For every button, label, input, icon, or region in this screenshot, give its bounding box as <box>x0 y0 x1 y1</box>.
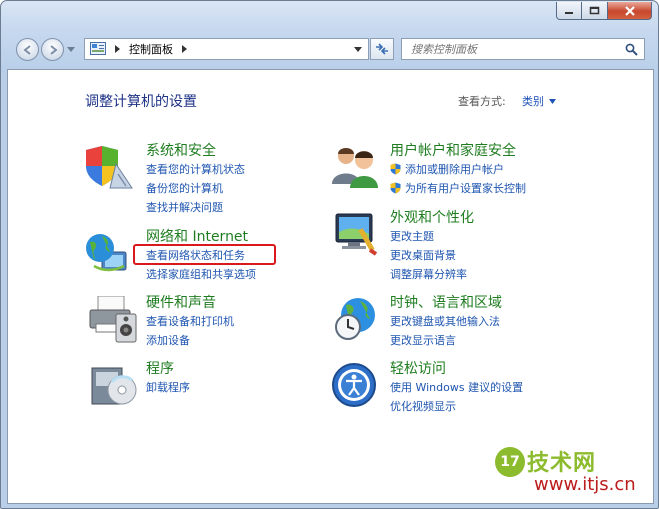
category-title-appearance[interactable]: 外观和个性化 <box>390 209 474 227</box>
link-change-keyboard[interactable]: 更改键盘或其他输入法 <box>390 312 502 331</box>
link-backup-computer[interactable]: 备份您的计算机 <box>146 179 245 198</box>
maximize-icon <box>589 6 600 15</box>
user-accounts-icon <box>332 148 378 188</box>
arrow-right-icon <box>49 44 58 55</box>
page-title: 调整计算机的设置 <box>85 94 197 110</box>
minimize-button[interactable] <box>556 2 582 20</box>
category-title-hardware-sound[interactable]: 硬件和声音 <box>146 294 234 312</box>
view-by-dropdown[interactable]: 类别 <box>522 93 556 109</box>
system-security-shield-icon <box>86 146 133 189</box>
chevron-down-icon <box>549 98 556 104</box>
breadcrumb-chevron-icon[interactable] <box>182 45 188 53</box>
control-panel-content: 调整计算机的设置 查看方式: 类别 系统和安全 查看您的计算机状态 备份您的计算… <box>7 69 654 504</box>
category-title-system-security[interactable]: 系统和安全 <box>146 142 245 160</box>
link-view-devices-printers[interactable]: 查看设备和打印机 <box>146 312 234 331</box>
category-hardware-sound: 硬件和声音 查看设备和打印机 添加设备 <box>146 294 234 350</box>
ease-of-access-icon <box>332 363 376 407</box>
link-parental-controls-text[interactable]: 为所有用户设置家长控制 <box>405 182 526 195</box>
category-title-user-accounts[interactable]: 用户帐户和家庭安全 <box>390 142 526 160</box>
clock-globe-icon <box>335 298 375 340</box>
link-find-fix-problems[interactable]: 查找并解决问题 <box>146 198 245 217</box>
category-programs: 程序 卸载程序 <box>146 360 190 397</box>
link-uninstall-program[interactable]: 卸载程序 <box>146 378 190 397</box>
category-appearance: 外观和个性化 更改主题 更改桌面背景 调整屏幕分辨率 <box>390 209 474 284</box>
uac-shield-icon <box>390 182 401 194</box>
forward-button[interactable] <box>41 38 64 61</box>
address-history-dropdown-icon[interactable] <box>354 47 362 52</box>
breadcrumb-control-panel[interactable]: 控制面板 <box>129 41 173 57</box>
link-add-device[interactable]: 添加设备 <box>146 331 234 350</box>
link-add-remove-users-text[interactable]: 添加或删除用户帐户 <box>405 163 504 176</box>
category-title-programs[interactable]: 程序 <box>146 360 190 378</box>
printer-speaker-icon <box>89 296 137 343</box>
uac-shield-icon <box>390 163 401 175</box>
link-windows-recommended-settings[interactable]: 使用 Windows 建议的设置 <box>390 378 523 397</box>
search-box[interactable] <box>401 38 645 60</box>
watermark-brand: 技术网 <box>527 451 597 476</box>
link-optimize-display[interactable]: 优化视频显示 <box>390 397 523 416</box>
link-adjust-resolution[interactable]: 调整屏幕分辨率 <box>390 265 474 284</box>
highlight-box <box>133 244 276 265</box>
back-button[interactable] <box>16 38 39 61</box>
maximize-button[interactable] <box>582 2 608 20</box>
link-parental-controls[interactable]: 为所有用户设置家长控制 <box>390 179 526 198</box>
appearance-monitor-icon <box>335 213 378 256</box>
view-by-label: 查看方式: <box>458 95 506 108</box>
watermark-badge: 17 <box>495 447 525 477</box>
watermark-url: www.itjs.cn <box>534 474 636 495</box>
caption-buttons <box>556 2 652 21</box>
arrow-left-icon <box>22 44 31 55</box>
category-clock-language: 时钟、语言和区域 更改键盘或其他输入法 更改显示语言 <box>390 294 502 350</box>
link-change-display-language[interactable]: 更改显示语言 <box>390 331 502 350</box>
breadcrumb-chevron-icon[interactable] <box>115 45 121 53</box>
refresh-icon <box>376 43 388 55</box>
control-panel-window: 控制面板 调整计算机的设置 查看方式: 类别 <box>0 0 659 509</box>
link-homegroup-sharing[interactable]: 选择家庭组和共享选项 <box>146 265 256 284</box>
category-user-accounts: 用户帐户和家庭安全 添加或删除用户帐户 为所有用户设置家长控制 <box>390 142 526 198</box>
network-globe-icon <box>86 234 127 272</box>
minimize-icon <box>565 11 573 14</box>
programs-box-icon <box>91 367 137 405</box>
link-change-theme[interactable]: 更改主题 <box>390 227 474 246</box>
close-icon <box>624 5 635 16</box>
search-icon[interactable] <box>625 43 638 56</box>
link-add-remove-users[interactable]: 添加或删除用户帐户 <box>390 160 526 179</box>
link-change-desktop-background[interactable]: 更改桌面背景 <box>390 246 474 265</box>
address-bar[interactable]: 控制面板 <box>84 38 369 60</box>
link-view-computer-status[interactable]: 查看您的计算机状态 <box>146 160 245 179</box>
category-title-ease-of-access[interactable]: 轻松访问 <box>390 360 523 378</box>
category-ease-of-access: 轻松访问 使用 Windows 建议的设置 优化视频显示 <box>390 360 523 416</box>
view-by-value[interactable]: 类别 <box>522 93 544 109</box>
refresh-button[interactable] <box>370 38 394 60</box>
control-panel-icon <box>90 42 106 55</box>
recent-pages-chevron-icon[interactable] <box>67 47 75 53</box>
site-watermark: 17 技术网 www.itjs.cn <box>493 435 653 503</box>
category-title-clock-language[interactable]: 时钟、语言和区域 <box>390 294 502 312</box>
search-input[interactable] <box>411 41 611 57</box>
category-system-security: 系统和安全 查看您的计算机状态 备份您的计算机 查找并解决问题 <box>146 142 245 217</box>
close-button[interactable] <box>608 2 652 20</box>
